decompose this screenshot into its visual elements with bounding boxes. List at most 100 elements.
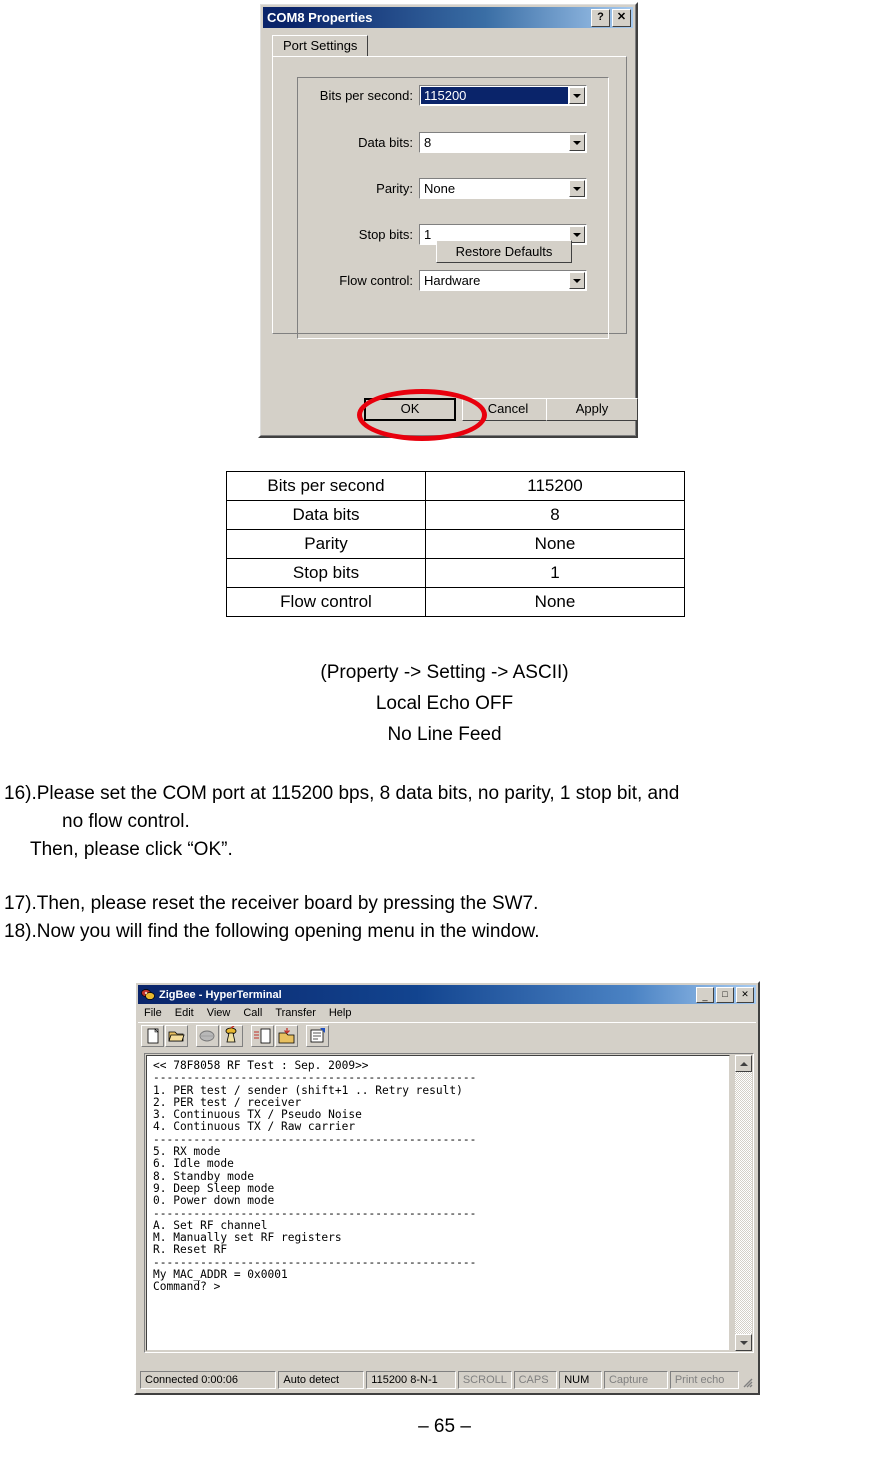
field-data-bits: Data bits: 8 xyxy=(297,132,587,153)
label-flow-control: Flow control: xyxy=(339,273,413,288)
field-flow-control: Flow control: Hardware xyxy=(297,270,587,291)
instruction-list: 16). Please set the COM port at 115200 b… xyxy=(4,780,889,946)
menu-item-call[interactable]: Call xyxy=(243,1007,262,1019)
label-data-bits: Data bits: xyxy=(358,135,413,150)
dialog-title: COM8 Properties xyxy=(267,10,373,25)
note-line: Local Echo OFF xyxy=(375,693,514,714)
combo-data-bits[interactable]: 8 xyxy=(419,132,587,153)
combo-flow-control-value: Hardware xyxy=(424,273,481,288)
status-capture: Capture xyxy=(603,1371,668,1389)
label-bits-per-second: Bits per second: xyxy=(319,88,413,103)
port-settings-summary-table: Bits per second 115200 Data bits 8 Parit… xyxy=(226,471,685,617)
hyperterminal-toolbar xyxy=(138,1022,756,1048)
receive-file-icon[interactable] xyxy=(275,1024,298,1047)
settings-group-box xyxy=(297,77,609,339)
status-caps: CAPS xyxy=(513,1371,558,1389)
com-port-properties-dialog: COM8 Properties ? ✕ Port Settings Bits p… xyxy=(258,2,638,438)
note-line: No Line Feed xyxy=(387,724,502,745)
row-value: None xyxy=(425,587,685,617)
combo-parity-value: None xyxy=(424,181,456,196)
terminal-text: << 78F8058 RF Test : Sep. 2009>> -------… xyxy=(153,1059,477,1294)
row-value: 8 xyxy=(425,500,685,530)
table-row: Bits per second 115200 xyxy=(226,471,685,501)
page-number: – 65 – xyxy=(418,1416,471,1437)
close-icon[interactable]: ✕ xyxy=(612,8,631,27)
port-settings-panel: Bits per second: 115200 Data bits: 8 Par… xyxy=(272,56,627,339)
status-connected: Connected 0:00:06 xyxy=(140,1371,277,1389)
open-icon[interactable] xyxy=(165,1024,188,1047)
row-value: 1 xyxy=(425,558,685,588)
terminal-output-area[interactable]: << 78F8058 RF Test : Sep. 2009>> -------… xyxy=(146,1055,730,1351)
tab-strip: Port Settings xyxy=(272,35,627,57)
instruction-step-18: 18). Now you will find the following ope… xyxy=(4,918,889,946)
status-detect: Auto detect xyxy=(278,1371,365,1389)
close-icon: ✕ xyxy=(741,988,749,999)
chevron-down-icon[interactable] xyxy=(569,180,585,197)
label-stop-bits: Stop bits: xyxy=(358,227,413,242)
call-icon[interactable] xyxy=(220,1024,243,1047)
instruction-step-17: 17). Then, please reset the receiver boa… xyxy=(4,890,889,918)
step-number: 18). xyxy=(4,921,37,942)
maximize-button[interactable]: □ xyxy=(716,986,734,1003)
table-row: Parity None xyxy=(226,529,685,559)
table-row: Flow control None xyxy=(226,587,685,617)
status-line-settings: 115200 8-N-1 xyxy=(366,1371,456,1389)
send-file-icon[interactable] xyxy=(251,1024,274,1047)
instruction-step-16-line2: no flow control. xyxy=(62,811,190,832)
scroll-down-icon[interactable] xyxy=(735,1334,752,1351)
row-key: Bits per second xyxy=(226,471,426,501)
apply-button[interactable]: Apply xyxy=(546,398,638,421)
hyperterminal-window: ZigBee - HyperTerminal _ □ ✕ File Edit V… xyxy=(134,981,760,1395)
scroll-up-icon[interactable] xyxy=(735,1055,752,1072)
close-button[interactable]: ✕ xyxy=(736,986,754,1003)
restore-defaults-button[interactable]: Restore Defaults xyxy=(436,240,572,263)
hyperterminal-app-icon xyxy=(141,989,155,1000)
hyperterminal-menu-bar: File Edit View Call Transfer Help xyxy=(138,1004,756,1022)
table-row: Stop bits 1 xyxy=(226,558,685,588)
step-text: Please set the COM port at 115200 bps, 8… xyxy=(36,783,680,804)
step-text: Now you will find the following opening … xyxy=(36,921,540,942)
step-number: 17). xyxy=(4,893,37,914)
step-number: 16). xyxy=(4,783,37,804)
minimize-icon: _ xyxy=(702,990,708,1001)
instruction-step-16-line3: Then, please click “OK”. xyxy=(30,839,233,860)
hyperterminal-status-bar: Connected 0:00:06 Auto detect 115200 8-N… xyxy=(140,1371,754,1389)
menu-item-help[interactable]: Help xyxy=(329,1007,352,1019)
ok-highlight-annotation xyxy=(357,389,487,441)
combo-flow-control[interactable]: Hardware xyxy=(419,270,587,291)
disconnect-icon xyxy=(196,1024,219,1047)
resize-grip-icon[interactable] xyxy=(741,1371,754,1389)
step-text: Then, please reset the receiver board by… xyxy=(36,893,539,914)
row-key: Stop bits xyxy=(226,558,426,588)
chevron-down-icon[interactable] xyxy=(569,272,585,289)
settings-notes: (Property -> Setting -> ASCII) Local Ech… xyxy=(0,657,889,750)
minimize-button[interactable]: _ xyxy=(696,986,714,1003)
field-bits-per-second: Bits per second: 115200 xyxy=(297,85,587,106)
table-row: Data bits 8 xyxy=(226,500,685,530)
menu-item-view[interactable]: View xyxy=(207,1007,231,1019)
combo-bits-per-second-value: 115200 xyxy=(421,87,568,104)
row-key: Parity xyxy=(226,529,426,559)
row-key: Data bits xyxy=(226,500,426,530)
status-scroll: SCROLL xyxy=(457,1371,512,1389)
combo-parity[interactable]: None xyxy=(419,178,587,199)
hyperterminal-title-bar[interactable]: ZigBee - HyperTerminal _ □ ✕ xyxy=(138,985,756,1004)
row-value: 115200 xyxy=(425,471,685,501)
chevron-down-icon[interactable] xyxy=(569,134,585,151)
field-parity: Parity: None xyxy=(297,178,587,199)
properties-icon[interactable] xyxy=(306,1024,329,1047)
row-key: Flow control xyxy=(226,587,426,617)
menu-item-file[interactable]: File xyxy=(144,1007,162,1019)
new-connection-icon[interactable] xyxy=(141,1024,164,1047)
tab-port-settings[interactable]: Port Settings xyxy=(272,35,369,57)
combo-bits-per-second[interactable]: 115200 xyxy=(419,85,587,106)
note-line: (Property -> Setting -> ASCII) xyxy=(320,662,569,683)
dialog-title-bar[interactable]: COM8 Properties ? ✕ xyxy=(263,7,633,28)
menu-item-transfer[interactable]: Transfer xyxy=(275,1007,316,1019)
help-icon[interactable]: ? xyxy=(591,8,610,27)
menu-item-edit[interactable]: Edit xyxy=(175,1007,194,1019)
terminal-vertical-scrollbar[interactable] xyxy=(735,1055,752,1351)
label-parity: Parity: xyxy=(376,181,413,196)
chevron-down-icon[interactable] xyxy=(569,87,585,104)
